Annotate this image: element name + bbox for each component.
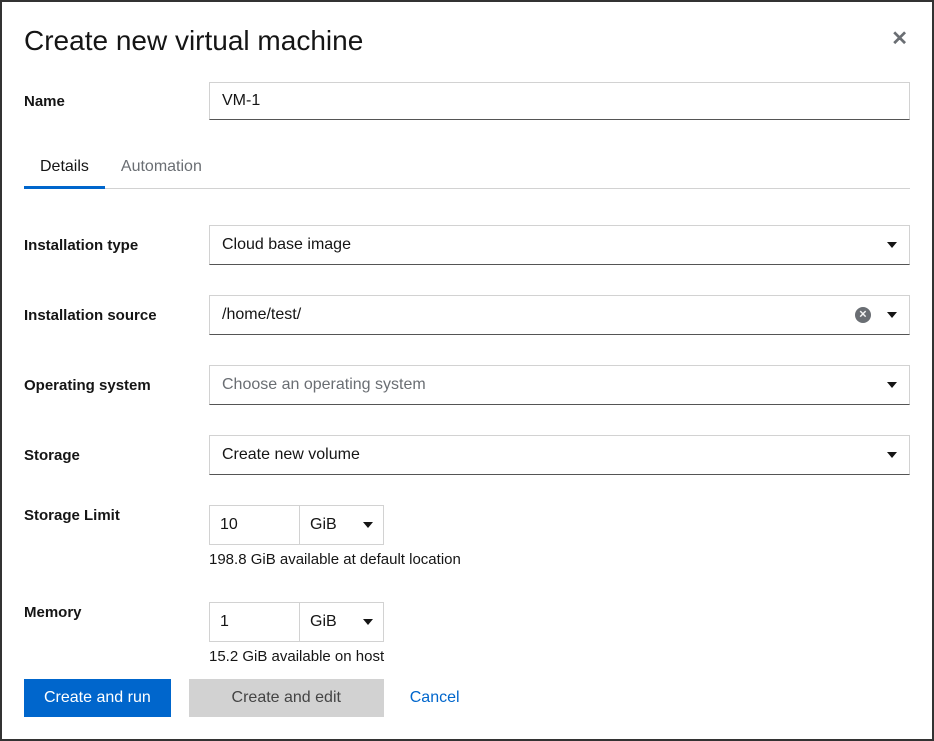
create-and-run-button[interactable]: Create and run: [24, 679, 171, 717]
install-type-group: Installation type Cloud base image: [24, 225, 910, 265]
tab-automation[interactable]: Automation: [105, 150, 218, 188]
name-row: Name: [24, 82, 910, 120]
storage-limit-label: Storage Limit: [24, 505, 209, 524]
storage-limit-unit: GiB: [310, 516, 337, 534]
cancel-button[interactable]: Cancel: [402, 679, 468, 717]
os-select[interactable]: Choose an operating system: [209, 365, 910, 405]
memory-hint: 15.2 GiB available on host: [209, 648, 910, 665]
create-and-edit-button[interactable]: Create and edit: [189, 679, 384, 717]
tab-details[interactable]: Details: [24, 150, 105, 188]
caret-down-icon: [887, 312, 897, 318]
os-group: Operating system Choose an operating sys…: [24, 365, 910, 405]
memory-unit-select[interactable]: GiB: [299, 602, 384, 642]
install-type-select[interactable]: Cloud base image: [209, 225, 910, 265]
tabs: Details Automation: [24, 150, 910, 189]
caret-down-icon: [363, 522, 373, 528]
storage-limit-group: Storage Limit GiB 198.8 GiB available at…: [24, 505, 910, 568]
memory-group: Memory GiB 15.2 GiB available on host: [24, 602, 910, 665]
memory-label: Memory: [24, 602, 209, 621]
storage-limit-hint: 198.8 GiB available at default location: [209, 551, 910, 568]
install-source-label: Installation source: [24, 305, 209, 324]
storage-limit-unit-select[interactable]: GiB: [299, 505, 384, 545]
clear-icon[interactable]: [855, 307, 871, 323]
caret-down-icon: [363, 619, 373, 625]
close-icon[interactable]: ✕: [891, 26, 908, 51]
name-field[interactable]: [209, 82, 910, 120]
caret-down-icon: [887, 242, 897, 248]
os-label: Operating system: [24, 375, 209, 394]
memory-unit: GiB: [310, 613, 337, 631]
install-source-select[interactable]: /home/test/: [209, 295, 910, 335]
name-label: Name: [24, 91, 209, 110]
dialog-title: Create new virtual machine: [24, 24, 363, 58]
install-type-value: Cloud base image: [222, 236, 351, 254]
memory-field[interactable]: [209, 602, 299, 642]
storage-select[interactable]: Create new volume: [209, 435, 910, 475]
storage-value: Create new volume: [222, 446, 360, 464]
caret-down-icon: [887, 382, 897, 388]
storage-label: Storage: [24, 445, 209, 464]
caret-down-icon: [887, 452, 897, 458]
create-vm-dialog: Create new virtual machine ✕ Name Detail…: [0, 0, 934, 741]
dialog-header: Create new virtual machine ✕: [24, 24, 910, 58]
dialog-footer: Create and run Create and edit Cancel: [24, 679, 910, 717]
storage-group: Storage Create new volume: [24, 435, 910, 475]
install-source-group: Installation source /home/test/: [24, 295, 910, 335]
install-type-label: Installation type: [24, 235, 209, 254]
os-placeholder: Choose an operating system: [222, 376, 426, 394]
storage-limit-field[interactable]: [209, 505, 299, 545]
install-source-value: /home/test/: [222, 306, 301, 324]
